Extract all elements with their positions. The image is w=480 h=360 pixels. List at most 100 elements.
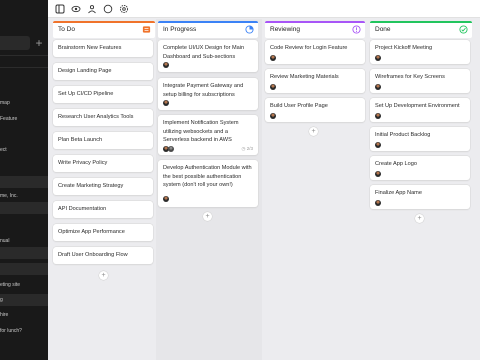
- sidebar-item[interactable]: g: [0, 294, 48, 306]
- sidebar-item[interactable]: map: [0, 97, 48, 109]
- sidebar-item[interactable]: hire: [0, 309, 48, 321]
- column-body: Code Review for Login Feature Review Mar…: [263, 40, 367, 360]
- card-title: Create App Logo: [375, 161, 417, 167]
- column-todo: To Do Brainstorm New Features Design Lan…: [51, 19, 155, 360]
- column-title: Done: [375, 26, 391, 33]
- assignee-avatar: [375, 171, 381, 177]
- column-title: In Progress: [163, 26, 197, 33]
- card-title: Design Landing Page: [58, 68, 112, 74]
- add-board-button[interactable]: +: [32, 36, 46, 50]
- assignee-avatar: [163, 62, 169, 68]
- subtask-count-value: 2/3: [246, 146, 253, 151]
- task-card[interactable]: Research User Analytics Tools: [53, 109, 153, 126]
- sidebar-item[interactable]: for lunch?: [0, 325, 48, 337]
- column-header-done[interactable]: Done: [370, 21, 472, 38]
- assignee-avatar: [163, 196, 169, 202]
- sidebar-item[interactable]: ect: [0, 144, 48, 156]
- task-card[interactable]: Plan Beta Launch: [53, 132, 153, 149]
- assignee-avatar: [375, 113, 381, 119]
- card-title: Complete UI/UX Design for Main Dashboard…: [163, 45, 245, 60]
- todo-status-icon: [142, 25, 151, 34]
- assignee-avatar: [168, 146, 174, 152]
- done-status-icon: [459, 25, 468, 34]
- circle-icon[interactable]: [102, 3, 113, 14]
- add-card-button[interactable]: +: [309, 127, 318, 136]
- column-done: Done Project Kickoff Meeting Wireframes …: [368, 19, 472, 360]
- card-title: Integrate Payment Gateway and setup bill…: [163, 83, 244, 98]
- task-card[interactable]: Set Up Development Environment: [370, 98, 470, 122]
- sidebar-item[interactable]: eting site: [0, 279, 48, 291]
- sidebar-item-empty[interactable]: [0, 202, 48, 214]
- column-title: Reviewing: [270, 26, 300, 33]
- card-title: API Documentation: [58, 206, 107, 212]
- assignee-avatar: [270, 113, 276, 119]
- task-card[interactable]: Design Landing Page: [53, 63, 153, 80]
- task-card[interactable]: Create Marketing Strategy: [53, 178, 153, 195]
- add-card-button[interactable]: +: [99, 271, 108, 280]
- column-header-reviewing[interactable]: Reviewing: [265, 21, 365, 38]
- sidebar-search-input[interactable]: [0, 36, 30, 50]
- sidebar-item-empty[interactable]: [0, 247, 48, 259]
- card-title: Build User Profile Page: [270, 103, 328, 109]
- card-title: Project Kickoff Meeting: [375, 45, 433, 51]
- card-title: Code Review for Login Feature: [270, 45, 348, 51]
- settings-icon[interactable]: [118, 3, 129, 14]
- sidebar-item-empty[interactable]: [0, 263, 48, 275]
- sidebar-item-empty[interactable]: [0, 176, 48, 188]
- sidebar-divider: [0, 67, 48, 68]
- task-card[interactable]: Draft User Onboarding Flow: [53, 247, 153, 264]
- card-title: Plan Beta Launch: [58, 137, 103, 143]
- task-card[interactable]: Complete UI/UX Design for Main Dashboard…: [158, 40, 258, 72]
- task-card[interactable]: Project Kickoff Meeting: [370, 40, 470, 64]
- sidebar-item[interactable]: Feature: [0, 113, 48, 125]
- task-card[interactable]: Develop Authentication Module with the b…: [158, 160, 258, 207]
- sidebar-item[interactable]: nual: [0, 235, 48, 247]
- task-card[interactable]: Implement Notification System utilizing …: [158, 115, 258, 155]
- task-card[interactable]: Set Up CI/CD Pipeline: [53, 86, 153, 103]
- column-in-progress: In Progress Complete UI/UX Design for Ma…: [156, 19, 262, 360]
- card-title: Wireframes for Key Screens: [375, 74, 445, 80]
- card-title: Implement Notification System utilizing …: [163, 120, 239, 143]
- column-header-todo[interactable]: To Do: [53, 21, 155, 38]
- in-progress-status-icon: [245, 25, 254, 34]
- kanban-board: To Do Brainstorm New Features Design Lan…: [48, 19, 480, 360]
- assignee-avatar: [270, 55, 276, 61]
- column-body: Brainstorm New Features Design Landing P…: [51, 40, 155, 360]
- top-toolbar: [48, 0, 480, 18]
- card-title: Develop Authentication Module with the b…: [163, 165, 252, 188]
- column-header-in-progress[interactable]: In Progress: [158, 21, 258, 38]
- assignee-avatar: [375, 142, 381, 148]
- task-card[interactable]: Build User Profile Page: [265, 98, 365, 122]
- sidebar-item[interactable]: me, Inc.: [0, 190, 48, 202]
- sidebar-toggle-icon[interactable]: [54, 3, 65, 14]
- task-card[interactable]: API Documentation: [53, 201, 153, 218]
- card-title: Brainstorm New Features: [58, 45, 122, 51]
- task-card[interactable]: Code Review for Login Feature: [265, 40, 365, 64]
- card-title: Initial Product Backlog: [375, 132, 431, 138]
- card-title: Research User Analytics Tools: [58, 114, 134, 120]
- assignee-avatar: [375, 55, 381, 61]
- column-body: Complete UI/UX Design for Main Dashboard…: [156, 40, 260, 360]
- task-card[interactable]: Brainstorm New Features: [53, 40, 153, 57]
- task-card[interactable]: Integrate Payment Gateway and setup bill…: [158, 78, 258, 110]
- add-card-button[interactable]: +: [203, 212, 212, 221]
- task-card[interactable]: Optimize App Performance: [53, 224, 153, 241]
- task-card[interactable]: Write Privacy Policy: [53, 155, 153, 172]
- column-reviewing: Reviewing Code Review for Login Feature …: [263, 19, 367, 360]
- assignee-avatar: [375, 84, 381, 90]
- column-title: To Do: [58, 26, 75, 33]
- card-title: Set Up CI/CD Pipeline: [58, 91, 114, 97]
- add-card-button[interactable]: +: [415, 214, 424, 223]
- task-card[interactable]: Finalize App Name: [370, 185, 470, 209]
- users-icon[interactable]: [86, 3, 97, 14]
- task-card[interactable]: Create App Logo: [370, 156, 470, 180]
- task-card[interactable]: Review Marketing Materials: [265, 69, 365, 93]
- assignee-avatar: [270, 84, 276, 90]
- card-title: Draft User Onboarding Flow: [58, 252, 128, 258]
- assignee-avatar: [375, 200, 381, 206]
- subtask-count: ◷ 2/3: [241, 146, 253, 151]
- task-card[interactable]: Initial Product Backlog: [370, 127, 470, 151]
- reviewing-status-icon: [352, 25, 361, 34]
- task-card[interactable]: Wireframes for Key Screens: [370, 69, 470, 93]
- eye-icon[interactable]: [70, 3, 81, 14]
